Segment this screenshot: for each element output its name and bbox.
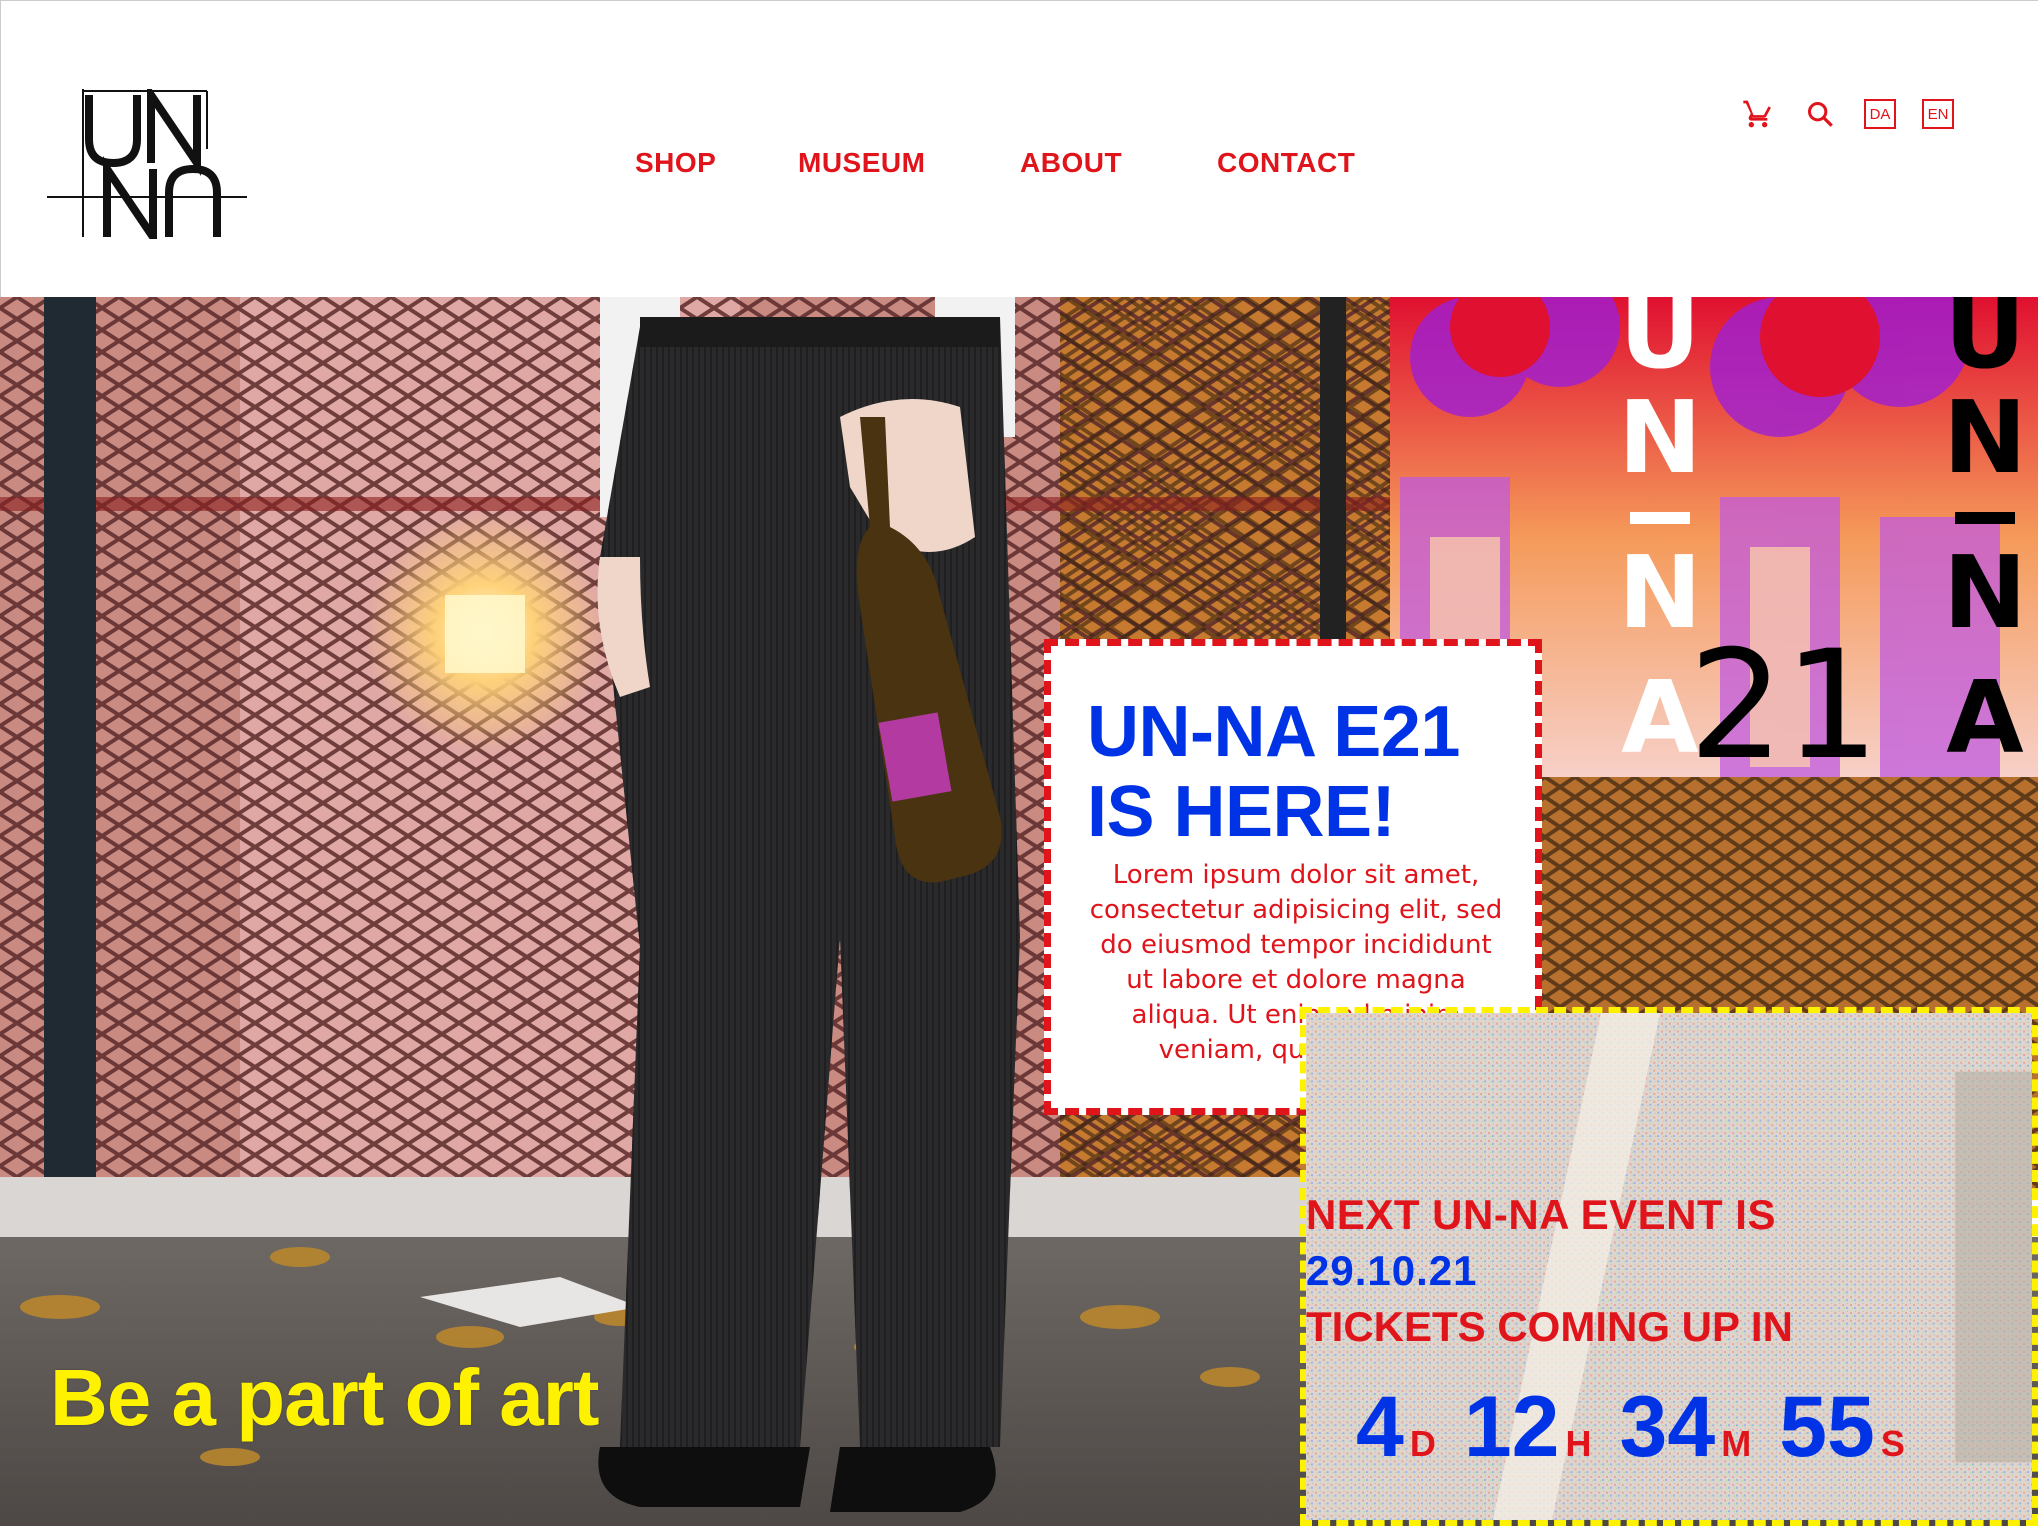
svg-text:N: N: [1943, 534, 2027, 651]
countdown-timer: 4D 12 H 34 M 55 S: [1356, 1378, 1905, 1477]
nav-shop[interactable]: SHOP: [635, 147, 716, 179]
header-tools: DA EN: [1740, 95, 1954, 133]
nav-contact[interactable]: CONTACT: [1217, 147, 1355, 179]
countdown-hours: 12 H: [1463, 1379, 1592, 1475]
next-event-label: NEXT UN-NA EVENT IS: [1306, 1191, 1776, 1238]
release-title-line2: IS HERE!: [1087, 772, 1396, 852]
svg-text:N: N: [1618, 379, 1702, 496]
countdown-days: 4D: [1356, 1379, 1436, 1475]
svg-text:21: 21: [1689, 619, 1880, 793]
tickets-label: TICKETS COMING UP IN: [1306, 1303, 1793, 1350]
nav-museum[interactable]: MUSEUM: [798, 147, 925, 179]
language-en-button[interactable]: EN: [1922, 99, 1954, 129]
svg-text:A: A: [1946, 659, 2023, 776]
countdown-minutes: 34 M: [1619, 1379, 1752, 1475]
cart-icon[interactable]: [1740, 96, 1776, 132]
main-nav: SHOP MUSEUM ABOUT CONTACT: [1, 147, 1401, 187]
next-event-date: 29.10.21: [1306, 1247, 1478, 1294]
svg-text:N: N: [1943, 379, 2027, 496]
hero-tagline: Be a part of art: [50, 1353, 600, 1442]
search-icon[interactable]: [1802, 96, 1838, 132]
language-da-button[interactable]: DA: [1864, 99, 1896, 129]
release-title-line1: UN-NA E21: [1087, 692, 1460, 772]
svg-text:U: U: [1619, 297, 1700, 391]
poster-number-21: 21: [1689, 619, 1880, 793]
svg-text:U: U: [1944, 297, 2025, 391]
countdown-seconds: 55 S: [1779, 1379, 1905, 1475]
event-countdown: NEXT UN-NA EVENT IS 29.10.21 TICKETS COM…: [1300, 1007, 2038, 1526]
svg-text:A: A: [1621, 659, 1698, 776]
hero-section: U N N A 21 U N N A Be a part of art UN-N…: [0, 297, 2038, 1526]
site-header: SHOP MUSEUM ABOUT CONTACT DA EN: [0, 0, 2038, 297]
release-title: UN-NA E21 IS HERE!: [1087, 692, 1505, 852]
nav-about[interactable]: ABOUT: [1020, 147, 1122, 179]
